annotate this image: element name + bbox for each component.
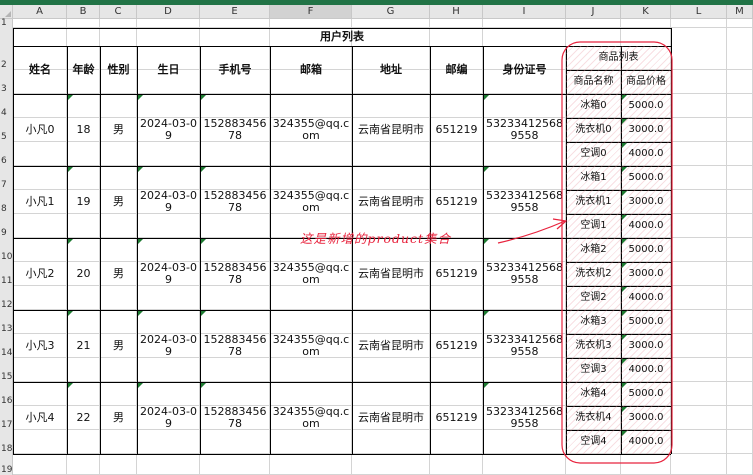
annotation-overlay xyxy=(497,41,673,464)
product-group-highlight xyxy=(561,41,673,464)
annotation-arrow xyxy=(497,220,566,244)
